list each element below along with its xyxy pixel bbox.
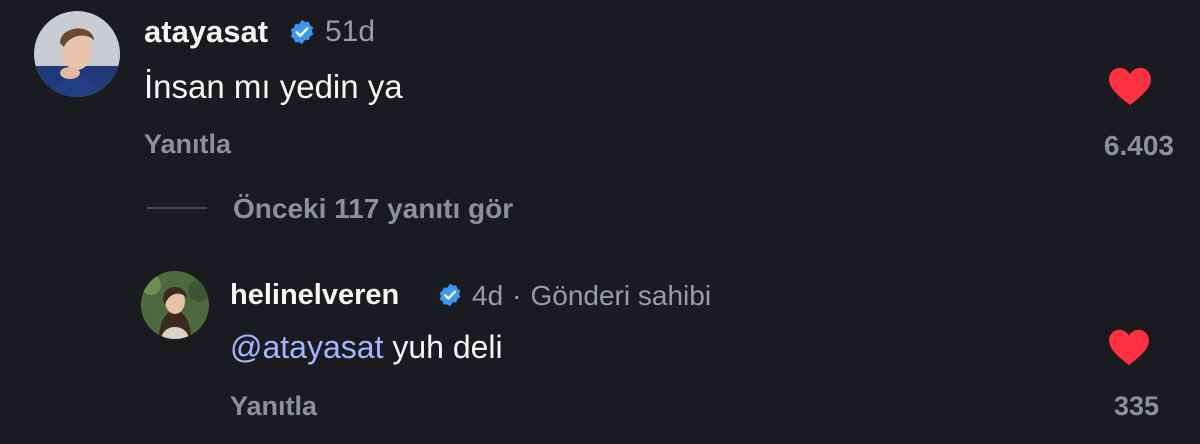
comment-timestamp: 51d bbox=[325, 15, 376, 48]
heart-icon[interactable] bbox=[1107, 328, 1151, 366]
avatar-helinelveren[interactable] bbox=[141, 271, 209, 339]
reply-button[interactable]: Yanıtla bbox=[230, 391, 317, 422]
mention-link[interactable]: @atayasat bbox=[230, 329, 383, 365]
thread-divider bbox=[147, 207, 207, 209]
comment-username[interactable]: atayasat bbox=[144, 14, 268, 50]
like-count: 335 bbox=[1113, 391, 1159, 421]
verified-badge-icon bbox=[439, 283, 461, 307]
reply-text: @atayasat yuh deli bbox=[230, 329, 503, 366]
reply-button[interactable]: Yanıtla bbox=[144, 129, 231, 160]
avatar-atayasat[interactable] bbox=[34, 11, 120, 97]
author-label: Gönderi sahibi bbox=[530, 280, 712, 311]
reply-timestamp: 4d bbox=[472, 280, 504, 311]
comment-text: İnsan mı yedin ya bbox=[144, 68, 403, 105]
verified-badge-icon bbox=[290, 19, 314, 45]
profile-photo-icon bbox=[141, 271, 209, 339]
reply-username[interactable]: helinelveren bbox=[230, 279, 399, 312]
profile-photo-icon bbox=[34, 11, 120, 97]
heart-icon[interactable] bbox=[1107, 66, 1153, 106]
reply-meta: 4d · Gönderi sahibi bbox=[472, 280, 711, 312]
like-count: 6.403 bbox=[1103, 130, 1174, 161]
view-previous-replies-button[interactable]: Önceki 117 yanıtı gör bbox=[233, 193, 513, 225]
reply-body: yuh deli bbox=[383, 329, 503, 365]
meta-separator: · bbox=[512, 280, 522, 311]
